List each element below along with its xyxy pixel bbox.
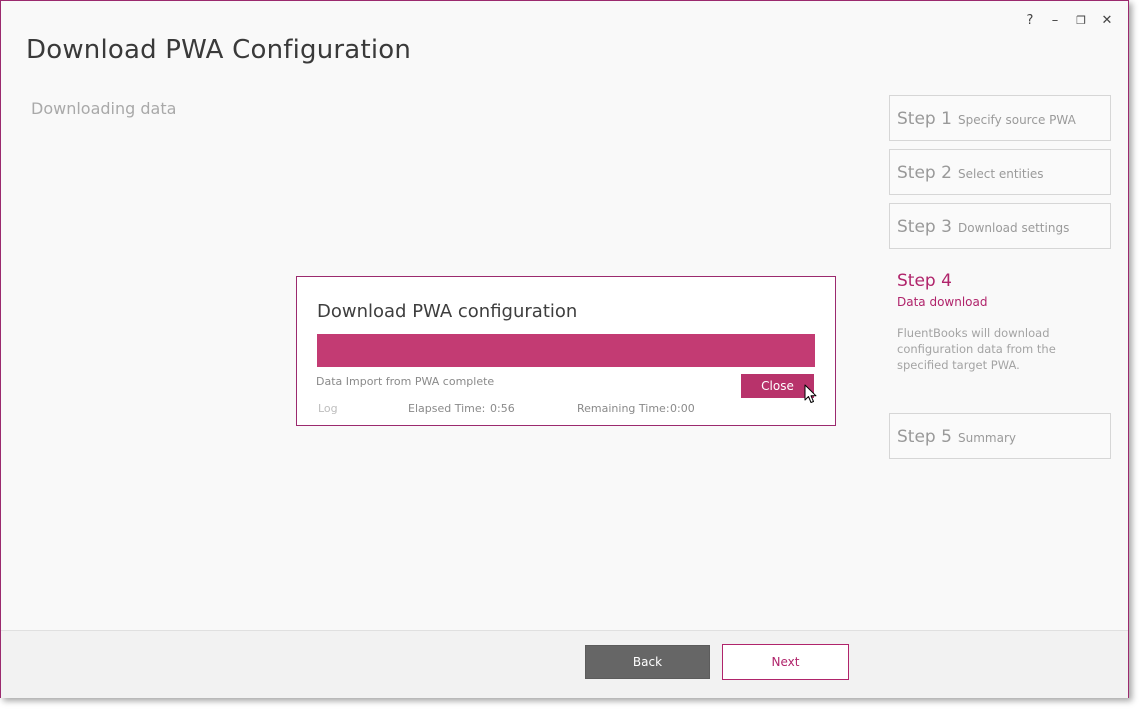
step-5[interactable]: Step 5 Summary bbox=[889, 413, 1111, 459]
wizard-window: Download PWA Configuration ? – ❐ ✕ Downl… bbox=[0, 0, 1129, 698]
step-label: Data download bbox=[897, 295, 988, 309]
step-3[interactable]: Step 3 Download settings bbox=[889, 203, 1111, 249]
window-title: Download PWA Configuration bbox=[26, 35, 412, 65]
step-number: Step 4 bbox=[897, 271, 952, 291]
elapsed-time-value: 0:56 bbox=[490, 402, 515, 415]
status-text: Data Import from PWA complete bbox=[316, 375, 495, 388]
step-4-active: Step 4 Data download FluentBooks will do… bbox=[897, 271, 1087, 373]
step-number: Step 2 bbox=[897, 163, 952, 183]
step-label: Select entities bbox=[958, 167, 1044, 181]
next-button[interactable]: Next bbox=[722, 644, 849, 680]
restore-icon[interactable]: ❐ bbox=[1072, 13, 1090, 29]
back-button[interactable]: Back bbox=[585, 645, 710, 679]
step-number: Step 1 bbox=[897, 109, 952, 129]
step-number: Step 3 bbox=[897, 217, 952, 237]
mouse-cursor-icon bbox=[804, 384, 817, 403]
help-icon[interactable]: ? bbox=[1021, 13, 1039, 29]
close-icon[interactable]: ✕ bbox=[1098, 13, 1116, 29]
step-label: Specify source PWA bbox=[958, 113, 1076, 127]
step-number: Step 5 bbox=[897, 427, 952, 447]
step-2[interactable]: Step 2 Select entities bbox=[889, 149, 1111, 195]
elapsed-time-label: Elapsed Time: bbox=[408, 402, 486, 415]
progress-bar bbox=[317, 334, 815, 367]
step-description: FluentBooks will download configuration … bbox=[897, 326, 1056, 372]
download-dialog: Download PWA configuration Data Import f… bbox=[296, 276, 836, 426]
page-subtitle: Downloading data bbox=[31, 99, 177, 118]
step-1[interactable]: Step 1 Specify source PWA bbox=[889, 95, 1111, 141]
dialog-title: Download PWA configuration bbox=[317, 301, 578, 322]
footer: Back Next bbox=[1, 630, 1128, 698]
minimize-icon[interactable]: – bbox=[1046, 13, 1064, 29]
remaining-time-value: 0:00 bbox=[670, 402, 695, 415]
progress-fill bbox=[317, 334, 815, 367]
step-label: Download settings bbox=[958, 221, 1070, 235]
remaining-time-label: Remaining Time: bbox=[577, 402, 670, 415]
log-link[interactable]: Log bbox=[318, 402, 338, 415]
step-label: Summary bbox=[958, 431, 1016, 445]
